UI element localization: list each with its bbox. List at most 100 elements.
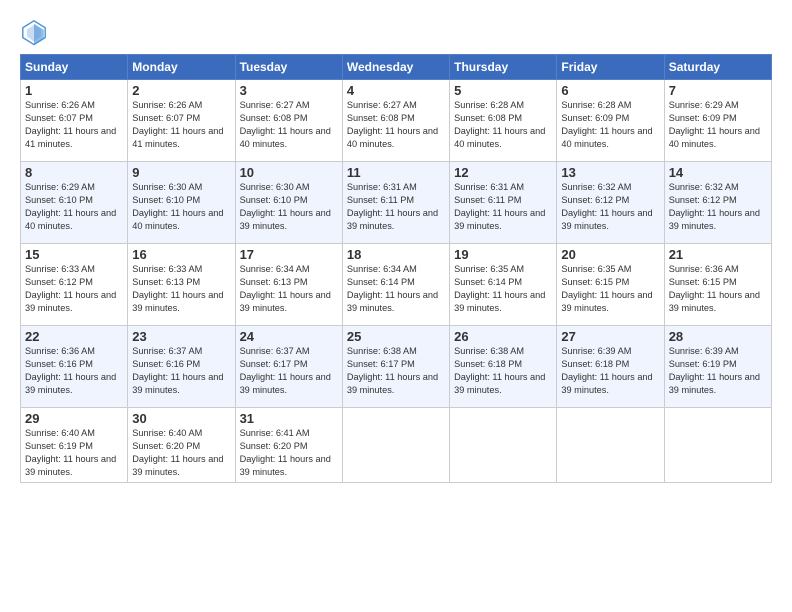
day-info: Sunrise: 6:39 AMSunset: 6:19 PMDaylight:… xyxy=(669,345,767,397)
day-info: Sunrise: 6:40 AMSunset: 6:20 PMDaylight:… xyxy=(132,427,230,479)
weekday-thursday: Thursday xyxy=(450,55,557,80)
calendar-cell: 18Sunrise: 6:34 AMSunset: 6:14 PMDayligh… xyxy=(342,244,449,326)
day-info: Sunrise: 6:31 AMSunset: 6:11 PMDaylight:… xyxy=(347,181,445,233)
day-number: 6 xyxy=(561,83,659,98)
day-info: Sunrise: 6:26 AMSunset: 6:07 PMDaylight:… xyxy=(132,99,230,151)
day-number: 15 xyxy=(25,247,123,262)
weekday-tuesday: Tuesday xyxy=(235,55,342,80)
calendar-cell: 11Sunrise: 6:31 AMSunset: 6:11 PMDayligh… xyxy=(342,162,449,244)
day-number: 13 xyxy=(561,165,659,180)
day-info: Sunrise: 6:29 AMSunset: 6:09 PMDaylight:… xyxy=(669,99,767,151)
calendar-cell: 13Sunrise: 6:32 AMSunset: 6:12 PMDayligh… xyxy=(557,162,664,244)
logo xyxy=(20,18,52,46)
day-info: Sunrise: 6:28 AMSunset: 6:08 PMDaylight:… xyxy=(454,99,552,151)
day-info: Sunrise: 6:34 AMSunset: 6:13 PMDaylight:… xyxy=(240,263,338,315)
day-number: 14 xyxy=(669,165,767,180)
day-info: Sunrise: 6:30 AMSunset: 6:10 PMDaylight:… xyxy=(132,181,230,233)
calendar-cell: 10Sunrise: 6:30 AMSunset: 6:10 PMDayligh… xyxy=(235,162,342,244)
day-number: 11 xyxy=(347,165,445,180)
calendar-cell: 29Sunrise: 6:40 AMSunset: 6:19 PMDayligh… xyxy=(21,408,128,483)
calendar-cell xyxy=(664,408,771,483)
week-row-1: 1Sunrise: 6:26 AMSunset: 6:07 PMDaylight… xyxy=(21,80,772,162)
calendar-cell: 3Sunrise: 6:27 AMSunset: 6:08 PMDaylight… xyxy=(235,80,342,162)
calendar-cell: 17Sunrise: 6:34 AMSunset: 6:13 PMDayligh… xyxy=(235,244,342,326)
calendar-cell: 16Sunrise: 6:33 AMSunset: 6:13 PMDayligh… xyxy=(128,244,235,326)
day-number: 24 xyxy=(240,329,338,344)
day-info: Sunrise: 6:38 AMSunset: 6:17 PMDaylight:… xyxy=(347,345,445,397)
calendar-cell: 24Sunrise: 6:37 AMSunset: 6:17 PMDayligh… xyxy=(235,326,342,408)
weekday-monday: Monday xyxy=(128,55,235,80)
day-number: 4 xyxy=(347,83,445,98)
day-info: Sunrise: 6:31 AMSunset: 6:11 PMDaylight:… xyxy=(454,181,552,233)
week-row-4: 22Sunrise: 6:36 AMSunset: 6:16 PMDayligh… xyxy=(21,326,772,408)
day-number: 1 xyxy=(25,83,123,98)
day-number: 27 xyxy=(561,329,659,344)
day-number: 9 xyxy=(132,165,230,180)
day-number: 3 xyxy=(240,83,338,98)
day-number: 25 xyxy=(347,329,445,344)
calendar-cell: 8Sunrise: 6:29 AMSunset: 6:10 PMDaylight… xyxy=(21,162,128,244)
day-number: 26 xyxy=(454,329,552,344)
day-number: 8 xyxy=(25,165,123,180)
calendar-cell: 7Sunrise: 6:29 AMSunset: 6:09 PMDaylight… xyxy=(664,80,771,162)
weekday-wednesday: Wednesday xyxy=(342,55,449,80)
day-number: 5 xyxy=(454,83,552,98)
day-info: Sunrise: 6:28 AMSunset: 6:09 PMDaylight:… xyxy=(561,99,659,151)
day-number: 22 xyxy=(25,329,123,344)
day-info: Sunrise: 6:27 AMSunset: 6:08 PMDaylight:… xyxy=(347,99,445,151)
calendar-cell: 20Sunrise: 6:35 AMSunset: 6:15 PMDayligh… xyxy=(557,244,664,326)
day-number: 23 xyxy=(132,329,230,344)
calendar-cell: 23Sunrise: 6:37 AMSunset: 6:16 PMDayligh… xyxy=(128,326,235,408)
header xyxy=(20,18,772,46)
day-info: Sunrise: 6:37 AMSunset: 6:17 PMDaylight:… xyxy=(240,345,338,397)
day-number: 30 xyxy=(132,411,230,426)
weekday-header-row: SundayMondayTuesdayWednesdayThursdayFrid… xyxy=(21,55,772,80)
calendar-cell xyxy=(450,408,557,483)
day-info: Sunrise: 6:38 AMSunset: 6:18 PMDaylight:… xyxy=(454,345,552,397)
day-info: Sunrise: 6:27 AMSunset: 6:08 PMDaylight:… xyxy=(240,99,338,151)
day-info: Sunrise: 6:39 AMSunset: 6:18 PMDaylight:… xyxy=(561,345,659,397)
calendar-table: SundayMondayTuesdayWednesdayThursdayFrid… xyxy=(20,54,772,483)
day-info: Sunrise: 6:32 AMSunset: 6:12 PMDaylight:… xyxy=(669,181,767,233)
day-info: Sunrise: 6:29 AMSunset: 6:10 PMDaylight:… xyxy=(25,181,123,233)
calendar-cell: 30Sunrise: 6:40 AMSunset: 6:20 PMDayligh… xyxy=(128,408,235,483)
calendar-cell: 2Sunrise: 6:26 AMSunset: 6:07 PMDaylight… xyxy=(128,80,235,162)
day-info: Sunrise: 6:33 AMSunset: 6:13 PMDaylight:… xyxy=(132,263,230,315)
weekday-saturday: Saturday xyxy=(664,55,771,80)
calendar-cell: 6Sunrise: 6:28 AMSunset: 6:09 PMDaylight… xyxy=(557,80,664,162)
calendar-cell: 28Sunrise: 6:39 AMSunset: 6:19 PMDayligh… xyxy=(664,326,771,408)
week-row-3: 15Sunrise: 6:33 AMSunset: 6:12 PMDayligh… xyxy=(21,244,772,326)
day-number: 29 xyxy=(25,411,123,426)
calendar-cell: 31Sunrise: 6:41 AMSunset: 6:20 PMDayligh… xyxy=(235,408,342,483)
day-number: 18 xyxy=(347,247,445,262)
calendar-cell: 4Sunrise: 6:27 AMSunset: 6:08 PMDaylight… xyxy=(342,80,449,162)
day-number: 16 xyxy=(132,247,230,262)
day-number: 20 xyxy=(561,247,659,262)
calendar-cell: 9Sunrise: 6:30 AMSunset: 6:10 PMDaylight… xyxy=(128,162,235,244)
day-number: 19 xyxy=(454,247,552,262)
calendar-cell: 12Sunrise: 6:31 AMSunset: 6:11 PMDayligh… xyxy=(450,162,557,244)
day-number: 17 xyxy=(240,247,338,262)
day-info: Sunrise: 6:33 AMSunset: 6:12 PMDaylight:… xyxy=(25,263,123,315)
week-row-2: 8Sunrise: 6:29 AMSunset: 6:10 PMDaylight… xyxy=(21,162,772,244)
calendar-cell: 1Sunrise: 6:26 AMSunset: 6:07 PMDaylight… xyxy=(21,80,128,162)
calendar-cell: 15Sunrise: 6:33 AMSunset: 6:12 PMDayligh… xyxy=(21,244,128,326)
day-info: Sunrise: 6:32 AMSunset: 6:12 PMDaylight:… xyxy=(561,181,659,233)
day-number: 31 xyxy=(240,411,338,426)
logo-icon xyxy=(20,18,48,46)
calendar-cell: 22Sunrise: 6:36 AMSunset: 6:16 PMDayligh… xyxy=(21,326,128,408)
calendar-cell xyxy=(557,408,664,483)
weekday-sunday: Sunday xyxy=(21,55,128,80)
day-number: 12 xyxy=(454,165,552,180)
day-info: Sunrise: 6:35 AMSunset: 6:14 PMDaylight:… xyxy=(454,263,552,315)
day-info: Sunrise: 6:26 AMSunset: 6:07 PMDaylight:… xyxy=(25,99,123,151)
page: SundayMondayTuesdayWednesdayThursdayFrid… xyxy=(0,0,792,612)
day-info: Sunrise: 6:36 AMSunset: 6:16 PMDaylight:… xyxy=(25,345,123,397)
day-number: 21 xyxy=(669,247,767,262)
day-number: 7 xyxy=(669,83,767,98)
day-info: Sunrise: 6:34 AMSunset: 6:14 PMDaylight:… xyxy=(347,263,445,315)
day-info: Sunrise: 6:30 AMSunset: 6:10 PMDaylight:… xyxy=(240,181,338,233)
calendar-cell: 14Sunrise: 6:32 AMSunset: 6:12 PMDayligh… xyxy=(664,162,771,244)
calendar-cell: 21Sunrise: 6:36 AMSunset: 6:15 PMDayligh… xyxy=(664,244,771,326)
day-info: Sunrise: 6:37 AMSunset: 6:16 PMDaylight:… xyxy=(132,345,230,397)
